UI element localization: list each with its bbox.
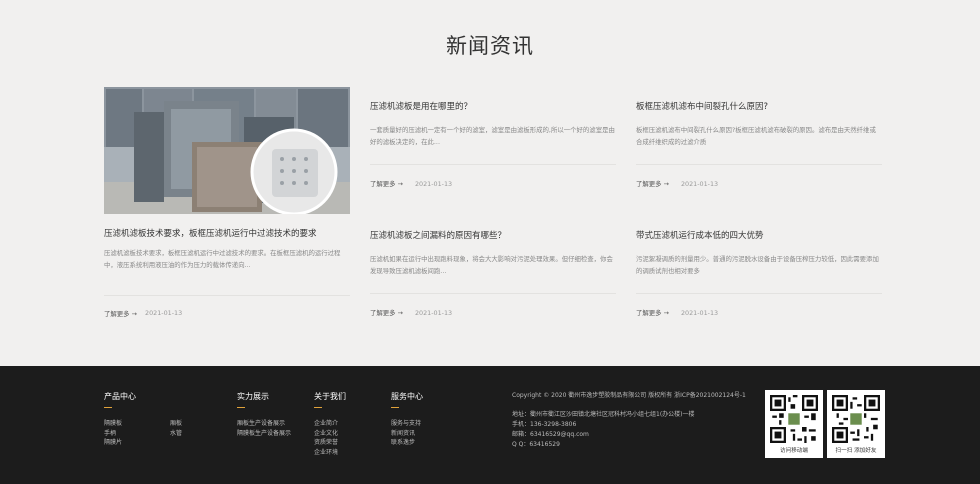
news-item[interactable]: 板框压滤机滤布中间裂孔什么原因? 板框压滤机滤布中间裂孔什么原因?板框压滤机滤布… <box>636 100 882 188</box>
title-accent-bar <box>104 407 112 408</box>
title-accent-bar <box>237 407 245 408</box>
featured-news-date: 2021-01-13 <box>145 309 183 317</box>
footer-link[interactable]: 隔膜板 <box>104 419 122 429</box>
section-title: 新闻资讯 <box>446 34 534 58</box>
divider <box>370 293 616 294</box>
footer-link[interactable]: 企业简介 <box>314 419 338 429</box>
news-title[interactable]: 压滤机滤板之间漏料的原因有哪些？ <box>370 229 616 241</box>
footer-service-links: 服务与支持 新闻资讯 联系逸步 <box>391 419 421 448</box>
more-link[interactable]: 了解更多 → <box>636 309 669 317</box>
footer-link[interactable]: 手柄 <box>104 429 122 439</box>
news-item[interactable]: 带式压滤机运行成本低的四大优势 污泥絮凝调质的剂量用少。普通的污泥脱水设备由于设… <box>636 229 882 317</box>
divider <box>636 164 882 165</box>
news-title[interactable]: 板框压滤机滤布中间裂孔什么原因? <box>636 100 882 112</box>
footer-link[interactable]: 资质荣誉 <box>314 438 338 448</box>
news-title[interactable]: 带式压滤机运行成本低的四大优势 <box>636 229 882 241</box>
divider <box>104 295 350 296</box>
news-date: 2021-01-13 <box>680 180 719 188</box>
footer-link[interactable]: 隔膜板生产设备展示 <box>237 429 291 439</box>
footer-link[interactable]: 联系逸步 <box>391 438 421 448</box>
more-link[interactable]: 了解更多 → <box>636 180 669 188</box>
title-accent-bar <box>391 407 399 408</box>
footer-link[interactable]: 厢板生产设备展示 <box>237 419 291 429</box>
footer-link[interactable]: 新闻资讯 <box>391 429 421 439</box>
qr-caption: 扫一扫 添加好友 <box>835 448 877 454</box>
footer-strength-title[interactable]: 实力展示 <box>237 391 269 402</box>
footer-link[interactable]: 厢板 <box>170 419 182 429</box>
address-text: 地址：衢州市衢江区沙田镇北塘社区冠科村冯小组七组1(办公楼)一楼 <box>512 411 695 418</box>
featured-news-title[interactable]: 压滤机滤板技术要求，板框压滤机运行中过滤技术的要求 <box>104 227 354 239</box>
news-title[interactable]: 压滤机滤板是用在哪里的？ <box>370 100 616 112</box>
news-desc: 污泥絮凝调质的剂量用少。普通的污泥脱水设备由于设备压榨压力较低，因此需要添加的调… <box>636 255 879 275</box>
footer-link[interactable]: 企业环境 <box>314 448 338 458</box>
news-desc: 一套质量好的压滤机一定有一个好的滤室，滤室是由滤板形成的,所以一个好的滤室是由好… <box>370 126 615 146</box>
divider <box>636 293 882 294</box>
footer-link[interactable]: 服务与支持 <box>391 419 421 429</box>
footer-link[interactable]: 隔膜片 <box>104 438 122 448</box>
qq-text: Q Q：63416529 <box>512 441 560 448</box>
qr-code-icon <box>832 395 880 443</box>
email-text: 邮箱：63416529@qq.com <box>512 431 589 438</box>
filter-plate-photo <box>104 87 350 214</box>
news-item[interactable]: 压滤机滤板之间漏料的原因有哪些？ 压滤机如果在运行中出现跑料现象，将会大大影响对… <box>370 229 616 317</box>
qr-code-icon <box>770 395 818 443</box>
footer: 产品中心 隔膜板 手柄 隔膜片 厢板 水管 实力展示 厢板生产设备展示 隔膜板生… <box>0 366 980 484</box>
footer-strength-links: 厢板生产设备展示 隔膜板生产设备展示 <box>237 419 291 438</box>
footer-products-links-b: 厢板 水管 <box>170 419 182 438</box>
footer-about-title[interactable]: 关于我们 <box>314 391 346 402</box>
qr-code-wechat: 扫一扫 添加好友 <box>827 390 885 458</box>
featured-news-image[interactable] <box>104 87 350 214</box>
footer-about-links: 企业简介 企业文化 资质荣誉 企业环境 <box>314 419 338 457</box>
more-link[interactable]: 了解更多 → <box>370 309 403 317</box>
news-date: 2021-01-13 <box>414 180 453 188</box>
footer-link[interactable]: 企业文化 <box>314 429 338 439</box>
footer-link[interactable]: 水管 <box>170 429 182 439</box>
company-info: Copyright © 2020 衢州市逸步塑胶制品有限公司 版权所有 浙ICP… <box>512 391 746 450</box>
footer-products-title[interactable]: 产品中心 <box>104 391 136 402</box>
qr-code-mobile: 访问移动端 <box>765 390 823 458</box>
divider <box>370 164 616 165</box>
news-date: 2021-01-13 <box>680 309 719 317</box>
news-date: 2021-01-13 <box>414 309 453 317</box>
title-accent-bar <box>314 407 322 408</box>
footer-service-title[interactable]: 服务中心 <box>391 391 423 402</box>
qr-caption: 访问移动端 <box>780 448 808 454</box>
news-desc: 板框压滤机滤布中间裂孔什么原因?板框压滤机滤布破裂的原因。滤布是由天然纤维或合成… <box>636 126 876 146</box>
copyright-text: Copyright © 2020 衢州市逸步塑胶制品有限公司 版权所有 浙ICP… <box>512 392 746 399</box>
featured-more-link[interactable]: 了解更多 → <box>104 309 137 318</box>
more-link[interactable]: 了解更多 → <box>370 180 403 188</box>
footer-products-links-a: 隔膜板 手柄 隔膜片 <box>104 419 122 448</box>
news-desc: 压滤机如果在运行中出现跑料现象，将会大大影响对污泥处理效果。但仔细检查，你会发现… <box>370 255 613 275</box>
featured-news-desc: 压滤机滤板技术要求，板框压滤机运行中过滤技术的要求。在板框压滤机的运行过程中，液… <box>104 249 341 269</box>
phone-text: 手机：136-3298-3806 <box>512 421 577 428</box>
news-item[interactable]: 压滤机滤板是用在哪里的？ 一套质量好的压滤机一定有一个好的滤室，滤室是由滤板形成… <box>370 100 616 188</box>
